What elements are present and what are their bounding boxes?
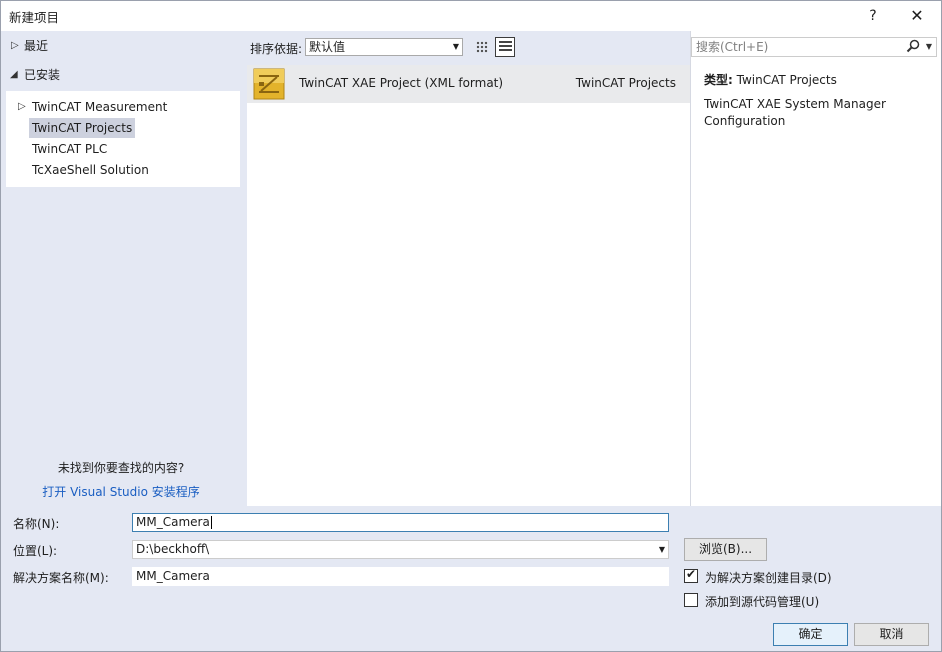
browse-button[interactable]: 浏览(B)... [684,538,767,561]
solution-name-label: 解决方案名称(M): [13,571,109,585]
type-value: TwinCAT Projects [736,73,837,87]
description-text: TwinCAT XAE System Manager Configuration [704,97,886,128]
search-icon[interactable] [906,39,920,53]
source-control-label: 添加到源代码管理(U) [705,595,820,609]
category-tree-panel: ▷ 最近 ◢ 已安装 ▷ TwinCAT Measurement TwinCAT… [1,31,244,506]
name-label: 名称(N): [13,517,60,531]
template-name: TwinCAT XAE Project (XML format) [299,76,504,90]
checkmark-icon: ✔ [686,567,697,581]
installed-templates-list: ▷ TwinCAT Measurement TwinCAT Projects T… [6,91,240,187]
location-label: 位置(L): [13,544,58,558]
tree-item-label: TwinCAT Measurement [32,100,168,114]
help-button[interactable]: ? [861,4,885,28]
ok-button[interactable]: 确定 [773,623,848,646]
name-field[interactable]: MM_Camera [132,513,669,532]
template-category: TwinCAT Projects [575,76,676,90]
search-options-arrow-icon[interactable]: ▼ [926,38,932,56]
dialog-title: 新建项目 [9,10,60,25]
tree-item-label: 最近 [24,39,49,53]
not-found-text: 未找到你要查找的内容? [57,461,185,475]
cancel-button[interactable]: 取消 [854,623,929,646]
sort-toolbar: 排序依据: 默认值 ▼ [244,31,690,65]
search-placeholder: 搜索(Ctrl+E) [696,40,769,54]
twincat-project-icon [253,68,285,100]
tree-item-label: TwinCAT PLC [32,142,108,156]
tree-item-label: TwinCAT Projects [29,118,136,138]
sort-value: 默认值 [309,40,346,54]
template-row-twincat-xae-project[interactable]: TwinCAT XAE Project (XML format) TwinCAT… [247,65,690,103]
template-panel: 排序依据: 默认值 ▼ TwinCAT XAE Project (XML for… [244,31,690,506]
name-value: MM_Camera [136,515,210,529]
type-label: 类型: [704,73,733,87]
source-control-checkbox[interactable] [684,593,698,607]
list-icon [499,41,512,54]
tree-item-label: TcXaeShell Solution [32,163,149,177]
open-installer-link[interactable]: 打开 Visual Studio 安装程序 [1,483,241,500]
sort-dropdown[interactable]: 默认值 ▼ [305,38,463,56]
solution-name-field[interactable]: MM_Camera [132,567,669,586]
expand-arrow-icon[interactable]: ▷ [11,36,19,56]
title-bar: 新建项目 ? ✕ [1,1,941,31]
dropdown-arrow-icon: ▼ [658,545,665,554]
create-directory-checkbox[interactable]: ✔ [684,567,698,583]
collapse-arrow-icon[interactable]: ◢ [10,65,18,85]
close-button[interactable]: ✕ [905,4,929,28]
solution-name-value: MM_Camera [136,569,210,583]
expand-arrow-icon[interactable]: ▷ [18,97,26,117]
location-combobox[interactable]: D:\beckhoff\ ▼ [132,540,669,559]
create-directory-label: 为解决方案创建目录(D) [705,571,832,585]
tree-item-label: 已安装 [24,68,61,82]
details-panel: 搜索(Ctrl+E) ▼ 类型: TwinCAT Projects TwinCA… [690,31,941,506]
list-view-button[interactable] [495,37,515,57]
location-value: D:\beckhoff\ [136,542,210,556]
grid-icon [476,41,488,53]
template-list: TwinCAT XAE Project (XML format) TwinCAT… [247,65,690,506]
new-project-dialog: 新建项目 ? ✕ ▷ 最近 ◢ 已安装 ▷ TwinCAT Measuremen… [0,0,942,652]
sort-label: 排序依据: [250,42,303,56]
description-type: 类型: TwinCAT Projects [704,71,837,88]
grid-view-button[interactable] [472,37,492,57]
search-input[interactable]: 搜索(Ctrl+E) ▼ [691,37,937,57]
dropdown-arrow-icon: ▼ [452,42,459,51]
project-form: 名称(N): MM_Camera 位置(L): D:\beckhoff\ ▼ 浏… [1,506,941,651]
